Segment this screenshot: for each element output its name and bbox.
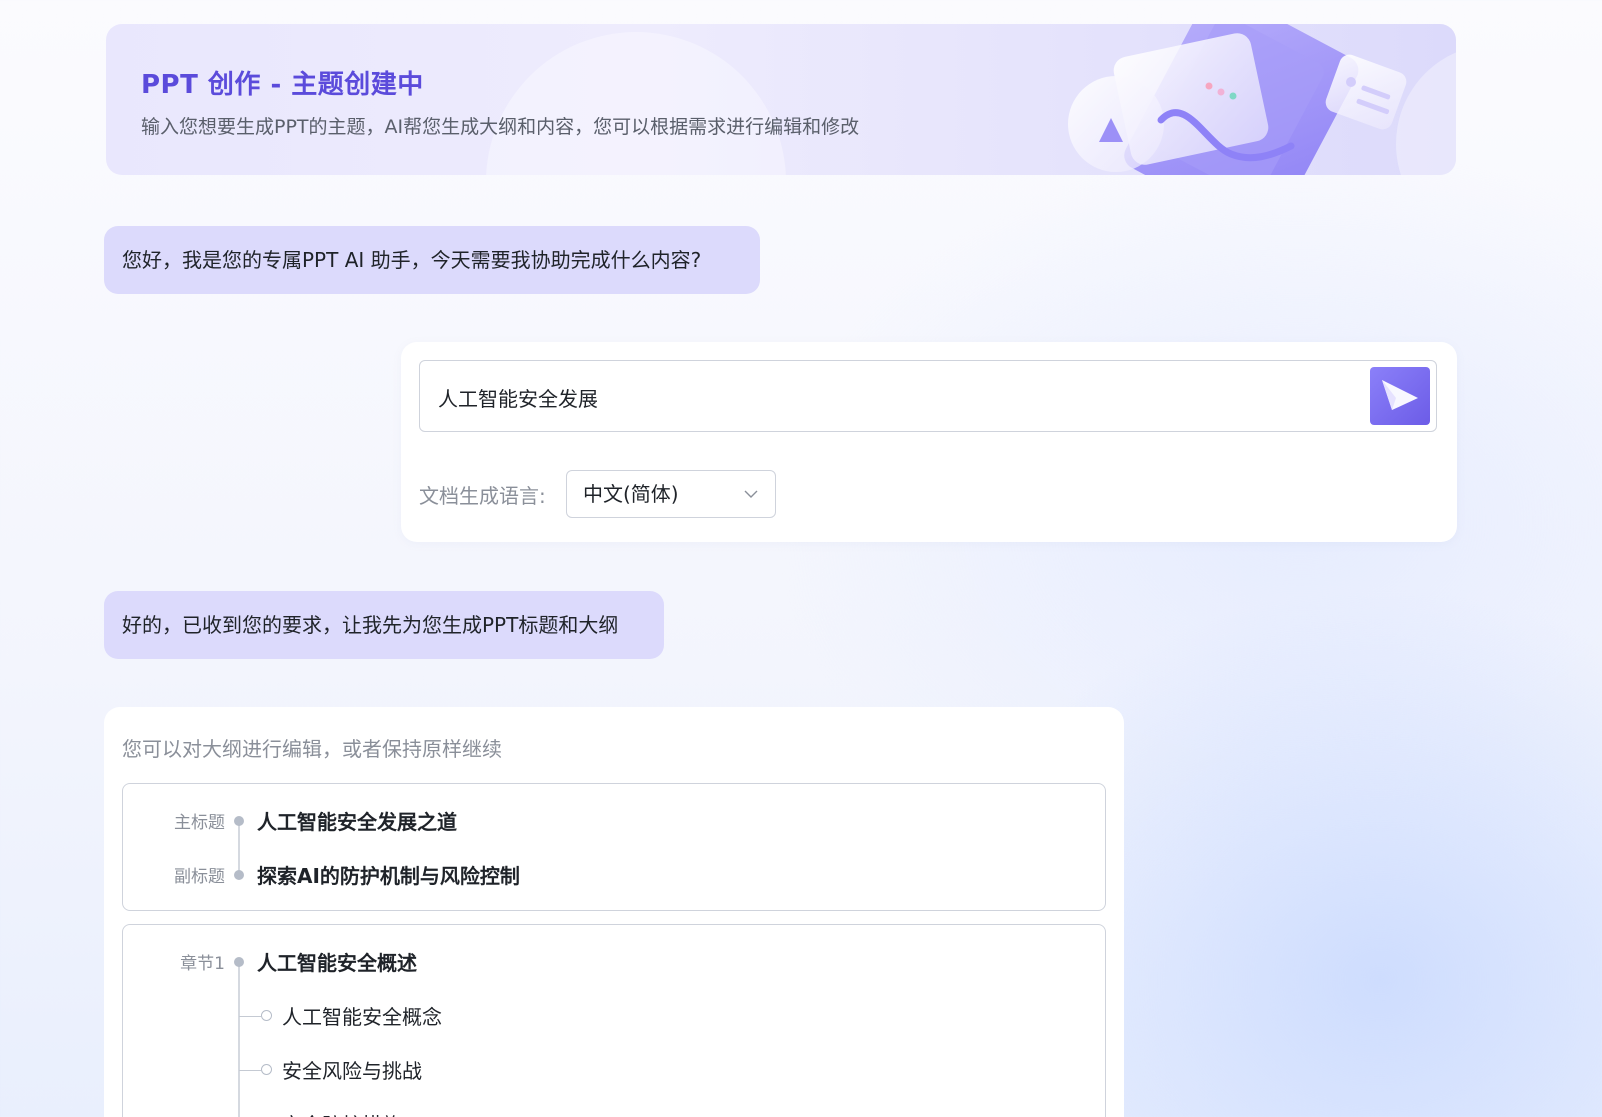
tree-branch <box>239 1070 261 1071</box>
send-button[interactable] <box>1370 367 1430 425</box>
language-label: 文档生成语言: <box>419 484 546 508</box>
tree-node-ring <box>261 1010 272 1021</box>
page-subtitle: 输入您想要生成PPT的主题，AI帮您生成大纲和内容，您可以根据需求进行编辑和修改 <box>141 116 860 138</box>
main-title-label: 主标题 <box>174 813 225 833</box>
chapter-title[interactable]: 人工智能安全概述 <box>257 947 417 976</box>
header-banner: PPT 创作 - 主题创建中 输入您想要生成PPT的主题，AI帮您生成大纲和内容… <box>106 24 1456 175</box>
chapter-item-text[interactable]: 安全风险与挑战 <box>282 1055 422 1084</box>
chapter-item: 人工智能安全概念 <box>123 1001 1105 1031</box>
chapter-label: 章节1 <box>180 954 225 974</box>
topic-input-card: 文档生成语言: 中文(简体) <box>401 342 1457 542</box>
topic-input[interactable] <box>436 361 1340 433</box>
language-select[interactable]: 中文(简体) <box>566 470 776 518</box>
assistant-ack-bubble: 好的，已收到您的要求，让我先为您生成PPT标题和大纲 <box>104 591 664 659</box>
subtitle-row: 副标题 探索AI的防护机制与风险控制 <box>123 860 1105 890</box>
topic-input-box <box>419 360 1437 433</box>
chapter-block: 章节1 人工智能安全概述 人工智能安全概念 安全风险与挑战 安全防护措施 <box>122 924 1106 1117</box>
chapter-item-text[interactable]: 安全防护措施 <box>282 1109 402 1117</box>
chapter-row: 章节1 人工智能安全概述 <box>123 947 1105 977</box>
send-icon <box>1382 380 1418 410</box>
subtitle-text[interactable]: 探索AI的防护机制与风险控制 <box>257 860 520 889</box>
banner-decoration <box>486 32 786 175</box>
tree-node-dot <box>234 816 244 826</box>
chapter-item: 安全风险与挑战 <box>123 1055 1105 1085</box>
outline-card: 您可以对大纲进行编辑，或者保持原样继续 主标题 人工智能安全发展之道 副标题 探… <box>104 707 1124 1117</box>
tree-node-dot <box>234 870 244 880</box>
title-block: 主标题 人工智能安全发展之道 副标题 探索AI的防护机制与风险控制 <box>122 783 1106 911</box>
chapter-item-text[interactable]: 人工智能安全概念 <box>282 1001 442 1030</box>
tree-line <box>238 965 240 1117</box>
main-title-row: 主标题 人工智能安全发展之道 <box>123 806 1105 836</box>
assistant-greeting-bubble: 您好，我是您的专属PPT AI 助手，今天需要我协助完成什么内容? <box>104 226 760 294</box>
tree-node-dot <box>234 957 244 967</box>
chevron-down-icon <box>744 490 758 498</box>
outline-hint: 您可以对大纲进行编辑，或者保持原样继续 <box>122 737 502 761</box>
page-title: PPT 创作 - 主题创建中 <box>141 70 424 100</box>
language-select-value: 中文(简体) <box>583 482 679 506</box>
tree-node-ring <box>261 1064 272 1075</box>
chapter-item: 安全防护措施 <box>123 1109 1105 1117</box>
main-title-text[interactable]: 人工智能安全发展之道 <box>257 806 457 835</box>
tree-branch <box>239 1016 261 1017</box>
subtitle-label: 副标题 <box>174 867 225 887</box>
presentation-illustration-icon <box>1068 24 1407 175</box>
